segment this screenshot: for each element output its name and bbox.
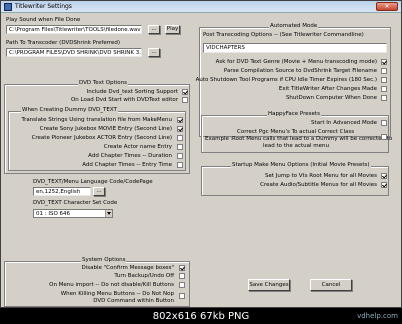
parse-compilation-checkbox[interactable] — [381, 68, 387, 74]
happy-option-label: Start In Advanced Mode — [311, 120, 377, 126]
startup-option-label: Set Jump to Vts Root Menu for all Movies — [265, 173, 377, 179]
kill-buttons-checkbox[interactable] — [179, 293, 185, 299]
play-sound-label: Play Sound when File Done — [6, 17, 81, 23]
correct-desc-line3: lead to the actual menu — [263, 143, 329, 149]
sound-browse-button[interactable]: ... — [148, 25, 160, 34]
transcoder-path-input[interactable]: C:\PROGRAM FILES\DVD SHRINK\DVD SHRINK 3… — [6, 48, 142, 57]
creating-dummy-title: When Creating Dummy DVD_TEXT — [21, 107, 118, 113]
play-button[interactable]: Play — [165, 25, 180, 34]
happyface-presets-title: HappyFace Presets — [267, 111, 321, 117]
auto-shutdown-tools-checkbox[interactable] — [381, 77, 387, 83]
system-option-label: Turn Backup/Undo Off — [114, 273, 174, 279]
codepage-label: DVD_TEXT/Menu Language Code/CodePage — [33, 179, 153, 185]
transcoder-label: Path To Transcoder (DVDShrink Preferred) — [6, 40, 121, 46]
correct-pgc-checkbox[interactable] — [381, 134, 387, 140]
dvdtext-option-label: On Load Dvd Start with DVDText editor — [70, 97, 178, 103]
site-watermark: vdhelp.com — [357, 312, 398, 320]
ask-genre-checkbox[interactable] — [381, 59, 387, 65]
audio-subtitle-menus-checkbox[interactable] — [381, 182, 387, 188]
chapter-entry-time-checkbox[interactable] — [177, 162, 183, 168]
creating-option-label: Create Sony Jukebox MOVIE Entry (Second … — [39, 126, 172, 132]
auto-option-label: Parse Compilation Source to DvdShrink Ta… — [223, 68, 377, 74]
startup-option-label: Create Audio/Subtitle Menus for all Movi… — [260, 182, 377, 188]
image-footer: 802x616 67kb PNG vdhelp.com — [0, 308, 402, 324]
shutdown-computer-checkbox[interactable] — [381, 95, 387, 101]
correct-example-label: Example : — [205, 136, 233, 142]
creating-option-label: Create Pioneer Jukebox ACTOR Entry (Seco… — [31, 135, 172, 141]
translate-strings-checkbox[interactable] — [177, 117, 183, 123]
settings-window: Titlewriter Settings ✕ Play Sound when F… — [0, 0, 402, 308]
creating-option-label: Translate Strings Using translation file… — [21, 117, 172, 123]
sony-jukebox-checkbox[interactable] — [177, 126, 183, 132]
start-advanced-checkbox[interactable] — [381, 120, 387, 126]
pioneer-jukebox-checkbox[interactable] — [177, 135, 183, 141]
chapter-duration-checkbox[interactable] — [177, 153, 183, 159]
exit-titlewriter-checkbox[interactable] — [381, 86, 387, 92]
dvdtext-sorting-checkbox[interactable] — [182, 89, 188, 95]
actor-name-checkbox[interactable] — [177, 144, 183, 150]
post-transcoding-label: Post Transcoding Options -- (See Titlewr… — [203, 32, 364, 38]
creating-option-label: Add Chapter Times -- Duration — [88, 153, 172, 159]
codepage-browse-button[interactable]: ... — [93, 187, 105, 196]
sound-path-input[interactable]: C:\Program Files\Titlewriter\TOOLS\filed… — [6, 25, 142, 34]
creating-option-label: Add Chapter Times -- Entry Time — [82, 162, 172, 168]
dvdtext-option-label: Include Dvd_text Sorting Support — [86, 89, 178, 95]
transcoder-browse-button[interactable]: ... — [148, 48, 160, 57]
codepage-input[interactable]: en,1252,English — [33, 187, 91, 196]
system-option-label: On Menu import -- Do not disable/Kill Bu… — [49, 282, 174, 288]
creating-option-label: Create Actor name Entry — [103, 144, 172, 150]
system-options-title: System Options — [81, 257, 127, 263]
correct-pgc-label: Correct Pgc Menu's To actual Correct Cla… — [237, 129, 355, 135]
backup-undo-checkbox[interactable] — [179, 273, 185, 279]
image-caption: 802x616 67kb PNG — [152, 311, 250, 322]
auto-option-label: Ask for DVD Text Genre (Movie + Menu tra… — [215, 59, 377, 65]
save-changes-button[interactable]: Save Changes — [248, 279, 290, 291]
system-option-label: When Killing Menu Buttons -- Do Not Nop — [60, 291, 174, 297]
auto-option-label: ShutDown Computer When Done — [285, 95, 377, 101]
cancel-button[interactable]: Cancel — [310, 279, 352, 291]
dvdtext-editor-checkbox[interactable] — [182, 97, 188, 103]
disable-confirm-checkbox[interactable] — [179, 265, 185, 271]
charset-label: DVD_TEXT Character Set Code — [33, 200, 118, 206]
close-button[interactable]: ✕ — [376, 2, 398, 11]
auto-option-label: Auto Shutdown Tool Programs if CPU Idle … — [195, 77, 377, 83]
system-option-label: Disable "Confirm Message boxes" — [81, 265, 174, 271]
charset-value: 01 : ISO 646 — [36, 211, 71, 217]
title-bar: Titlewriter Settings ✕ — [1, 1, 401, 13]
startup-options-group — [201, 166, 389, 196]
menu-import-checkbox[interactable] — [179, 282, 185, 288]
correct-desc-line2: Root Menu calls that lead to a Dummy wil… — [232, 136, 393, 142]
startup-options-title: Startup Make Menu Options (Initial Movie… — [231, 162, 371, 168]
charset-select[interactable]: 01 : ISO 646 — [33, 209, 113, 218]
system-option-extra-label: DVD Command within Button — [93, 298, 174, 304]
auto-option-label: Exit TitleWriter After Changes Made — [278, 86, 377, 92]
app-icon — [4, 3, 12, 11]
post-transcoding-input[interactable]: VIDCHAPTERS — [203, 43, 387, 53]
jump-root-menu-checkbox[interactable] — [381, 173, 387, 179]
automated-mode-title: Automated Mode — [269, 23, 319, 29]
window-title: Titlewriter Settings — [15, 3, 72, 10]
dvd-text-options-title: DVD Text Options — [78, 80, 128, 86]
chevron-down-icon — [105, 210, 112, 217]
